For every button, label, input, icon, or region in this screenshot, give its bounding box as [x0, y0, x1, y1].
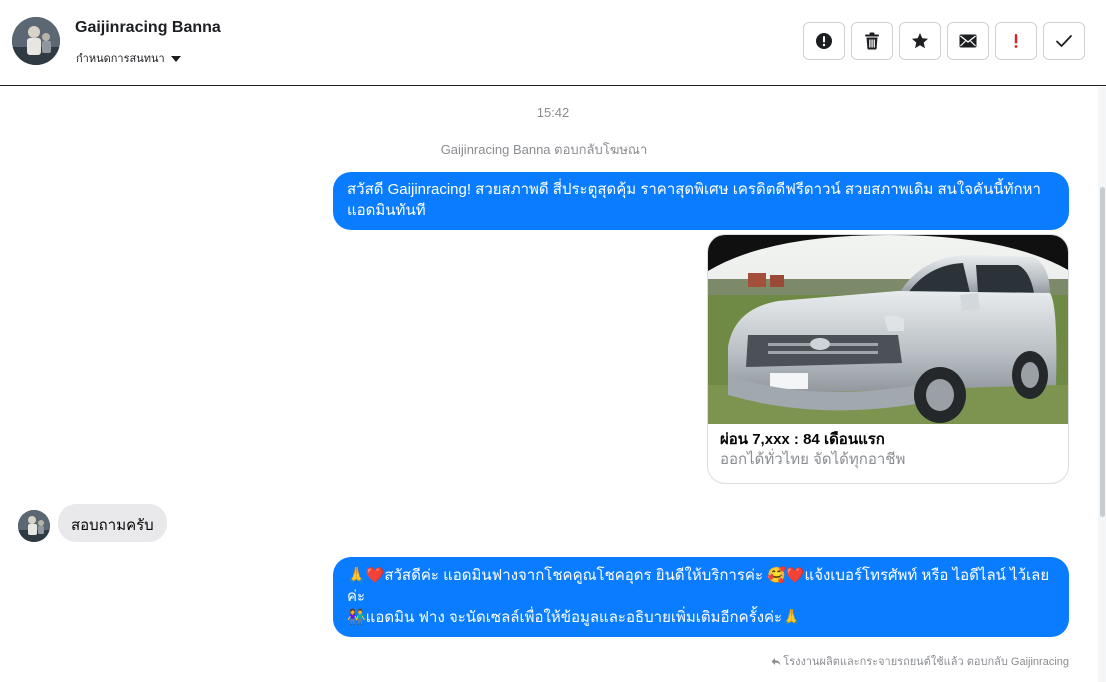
- contact-avatar[interactable]: [12, 17, 60, 65]
- caret-down-icon: [170, 55, 181, 62]
- trash-icon: [865, 32, 879, 50]
- outgoing-reply-message[interactable]: 🙏❤️สวัสดีค่ะ แอดมินฟางจากโชคคูณโชคอุดร ย…: [333, 557, 1069, 637]
- reply-line: 👫แอดมิน ฟาง จะนัดเซลล์เพื่อให้ข้อมูลและอ…: [347, 609, 801, 626]
- mark-unread-button[interactable]: [947, 22, 989, 60]
- reply-attribution-text: โรงงานผลิตและกระจายรถยนต์ใช้แล้ว ตอบกลับ…: [783, 656, 1069, 668]
- sender-avatar[interactable]: [18, 510, 50, 542]
- reply-attribution: โรงงานผลิตและกระจายรถยนต์ใช้แล้ว ตอบกลับ…: [771, 652, 1069, 670]
- mark-done-button[interactable]: [1043, 22, 1085, 60]
- ad-card-subtitle: ออกได้ทั่วไทย จัดได้ทุกอาชีพ: [720, 451, 906, 468]
- reply-line: 🙏❤️สวัสดีค่ะ แอดมินฟางจากโชคคูณโชคอุดร ย…: [347, 567, 1050, 605]
- alert-circle-icon: [816, 33, 832, 49]
- ad-reply-system-note: Gaijinracing Banna ตอบกลับโฆษณา: [440, 142, 648, 157]
- incoming-message[interactable]: สอบถามครับ: [58, 504, 167, 542]
- delete-button[interactable]: [851, 22, 893, 60]
- exclamation-icon: [1014, 34, 1018, 48]
- reply-arrow-icon: [771, 657, 781, 665]
- star-icon: [912, 33, 928, 49]
- conversation-toolbar: [803, 22, 1085, 60]
- ad-card-image: [708, 235, 1068, 424]
- star-button[interactable]: [899, 22, 941, 60]
- assign-conversation-label: กำหนดการสนทนา: [76, 53, 165, 65]
- message-scrollbar[interactable]: [1098, 87, 1106, 682]
- scrollbar-thumb[interactable]: [1100, 187, 1105, 517]
- conversation-header: Gaijinracing Banna กำหนดการสนทนา: [0, 0, 1106, 86]
- message-timestamp: 15:42: [536, 105, 570, 120]
- mark-spam-button[interactable]: [803, 22, 845, 60]
- outgoing-message[interactable]: สวัสดี Gaijinracing! สวยสภาพดี สี่ประตูส…: [333, 172, 1069, 230]
- ad-card[interactable]: ผ่อน 7,xxx : 84 เดือนแรก ออกได้ทั่วไทย จ…: [707, 234, 1069, 484]
- assign-conversation-dropdown[interactable]: กำหนดการสนทนา: [76, 49, 181, 67]
- contact-name[interactable]: Gaijinracing Banna: [75, 19, 221, 37]
- follow-up-button[interactable]: [995, 22, 1037, 60]
- envelope-icon: [959, 34, 977, 48]
- check-icon: [1056, 35, 1072, 47]
